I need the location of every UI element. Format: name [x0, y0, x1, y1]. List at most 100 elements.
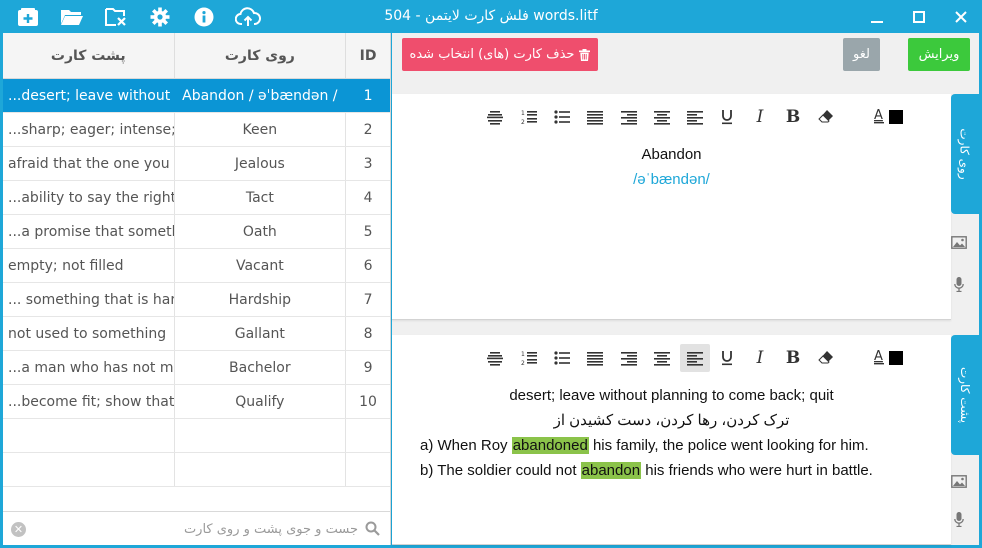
font-color-icon[interactable]: A	[869, 103, 909, 131]
table-row[interactable]: ...sharp; eager; intense; s Keen 2	[3, 113, 390, 147]
back-definition: desert; leave without planning to come b…	[509, 387, 834, 404]
clear-format-icon[interactable]	[811, 344, 841, 372]
font-color-icon[interactable]: A	[869, 344, 909, 372]
settings-gear-icon[interactable]	[138, 0, 182, 33]
title-bar: فلش کارت لایتمن - 504 words.litf	[0, 0, 982, 33]
cards-table-panel: پشت کارت روی کارت ID ...desert; leave wi…	[3, 33, 391, 545]
italic-icon[interactable]: I	[745, 103, 775, 131]
column-header-back[interactable]: پشت کارت	[3, 33, 175, 78]
back-persian-meaning: ترک کردن، رها کردن، دست کشیدن از	[553, 412, 790, 429]
front-microphone-icon[interactable]	[948, 273, 970, 295]
back-card-tab[interactable]: پشت کارت	[951, 335, 979, 455]
align-justify-icon[interactable]	[580, 103, 610, 131]
maximize-icon[interactable]	[898, 0, 940, 33]
title-toolbar	[6, 0, 270, 33]
column-header-id[interactable]: ID	[346, 33, 390, 78]
table-row[interactable]: afraid that the one you Jealous 3	[3, 147, 390, 181]
table-row[interactable]: ...a man who has not mar Bachelor 9	[3, 351, 390, 385]
back-format-toolbar: 12 IB A	[392, 335, 951, 375]
minimize-icon[interactable]	[856, 0, 898, 33]
search-icon	[365, 521, 380, 540]
front-image-icon[interactable]	[948, 231, 970, 253]
cloud-upload-icon[interactable]	[226, 0, 270, 33]
front-card-content[interactable]: Abandon /əˈbændən/	[392, 142, 951, 192]
editor-action-bar: حذف کارت (های) انتخاب شده لغو ویرایش	[392, 33, 979, 88]
cell-id: 10	[359, 393, 377, 410]
clear-search-icon[interactable]: ✕	[11, 522, 26, 537]
trash-icon	[579, 48, 591, 61]
front-card-tab[interactable]: روی کارت	[951, 94, 979, 214]
table-header: پشت کارت روی کارت ID	[3, 33, 390, 79]
clear-format-icon[interactable]	[811, 103, 841, 131]
example-b-highlight: abandon	[580, 462, 642, 479]
column-header-front[interactable]: روی کارت	[175, 33, 347, 78]
empty-cell	[346, 453, 390, 486]
table-row[interactable]: ...become fit; show that y Qualify 10	[3, 385, 390, 419]
front-format-toolbar: 12 IB A	[392, 94, 951, 134]
cell-back: ... something that is hard	[3, 283, 175, 316]
numbered-list-icon[interactable]: 12	[514, 344, 544, 372]
cell-back: ...a man who has not mar	[3, 351, 175, 384]
close-file-icon[interactable]	[94, 0, 138, 33]
table-row[interactable]: ... something that is hard Hardship 7	[3, 283, 390, 317]
close-icon[interactable]	[940, 0, 982, 33]
cell-front: Qualify	[175, 385, 347, 418]
table-row[interactable]: ...desert; leave without pl Abandon / əˈb…	[3, 79, 390, 113]
add-card-icon[interactable]	[6, 0, 50, 33]
bulleted-list-icon[interactable]	[547, 103, 577, 131]
front-card-editor: 12 IB A Abandon /əˈbændən/	[392, 94, 951, 320]
example-b-text-end: his friends who were hurt in battle.	[641, 462, 873, 479]
cell-id: 4	[363, 189, 373, 206]
back-card-content[interactable]: desert; leave without planning to come b…	[392, 383, 951, 483]
align-justify-icon[interactable]	[580, 344, 610, 372]
align-center-icon[interactable]	[647, 103, 677, 131]
table-row[interactable]: ...ability to say the right t Tact 4	[3, 181, 390, 215]
align-left-icon[interactable]	[680, 103, 710, 131]
underline-icon[interactable]	[712, 344, 742, 372]
italic-icon[interactable]: I	[745, 344, 775, 372]
cell-front: Oath	[175, 215, 347, 248]
search-input[interactable]	[33, 517, 358, 541]
bold-icon[interactable]: B	[778, 103, 808, 131]
bulleted-list-icon[interactable]	[547, 344, 577, 372]
cell-front: Gallant	[175, 317, 347, 350]
cell-id: 3	[363, 155, 373, 172]
cell-front: Vacant	[175, 249, 347, 282]
window-controls	[856, 0, 982, 33]
info-icon[interactable]	[182, 0, 226, 33]
align-left-icon[interactable]	[680, 344, 710, 372]
table-row[interactable]: empty; not filled Vacant 6	[3, 249, 390, 283]
align-right-icon[interactable]	[614, 103, 644, 131]
svg-text:1: 1	[521, 110, 525, 117]
empty-cell	[346, 419, 390, 452]
cell-back: ...desert; leave without pl	[3, 79, 175, 112]
open-folder-icon[interactable]	[50, 0, 94, 33]
strikethrough-icon[interactable]	[480, 103, 510, 131]
strikethrough-icon[interactable]	[480, 344, 510, 372]
example-a-text: a) When Roy	[420, 437, 512, 454]
edit-button[interactable]: ویرایش	[908, 38, 970, 71]
card-editor-panel: حذف کارت (های) انتخاب شده لغو ویرایش 12I…	[392, 33, 979, 545]
cell-id: 5	[363, 223, 373, 240]
table-row[interactable]: ...a promise that somethi Oath 5	[3, 215, 390, 249]
cell-id: 8	[363, 325, 373, 342]
back-microphone-icon[interactable]	[948, 508, 970, 530]
numbered-list-icon[interactable]: 12	[514, 103, 544, 131]
delete-selected-button[interactable]: حذف کارت (های) انتخاب شده	[402, 38, 598, 71]
back-card-editor: 12 IB A desert; leave without planning to …	[392, 335, 951, 545]
svg-text:2: 2	[521, 360, 525, 366]
cancel-button[interactable]: لغو	[843, 38, 880, 71]
cell-back: afraid that the one you	[3, 147, 175, 180]
front-card-tab-label: روی کارت	[958, 128, 973, 180]
cell-back: ...become fit; show that y	[3, 385, 175, 418]
svg-text:A: A	[874, 349, 883, 364]
align-center-icon[interactable]	[647, 344, 677, 372]
empty-cell	[175, 453, 347, 486]
bold-icon[interactable]: B	[778, 344, 808, 372]
underline-icon[interactable]	[712, 103, 742, 131]
cell-front: Abandon / əˈbændən /	[175, 79, 347, 112]
table-row[interactable]: not used to something Gallant 8	[3, 317, 390, 351]
back-image-icon[interactable]	[948, 470, 970, 492]
example-a-highlight: abandoned	[511, 437, 589, 454]
align-right-icon[interactable]	[614, 344, 644, 372]
